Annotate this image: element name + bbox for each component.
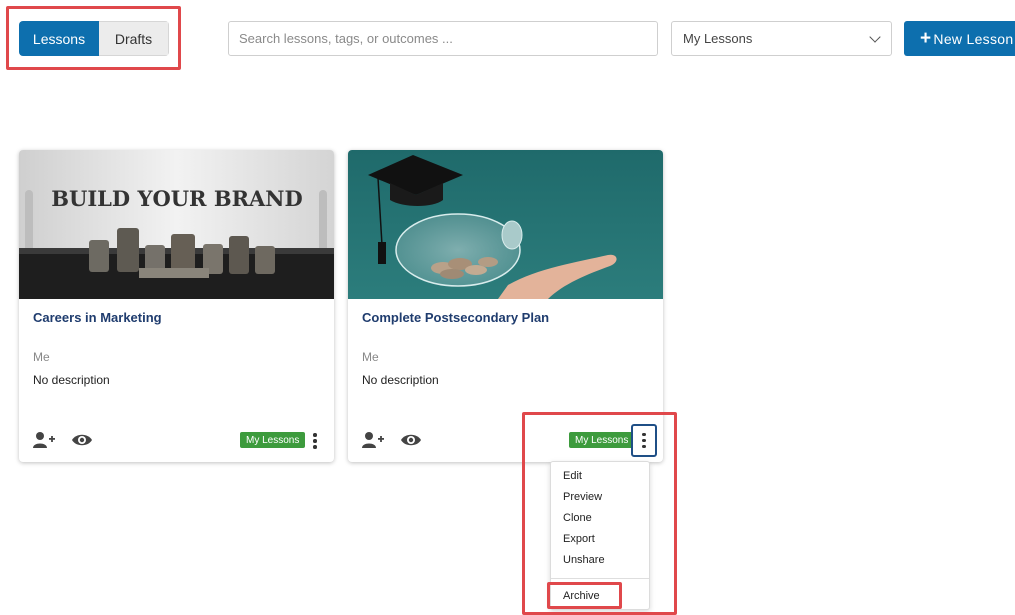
menu-item-archive[interactable]: Archive <box>563 590 600 602</box>
lesson-thumbnail: BUILD YOUR BRAND <box>19 150 334 299</box>
lesson-description: No description <box>362 373 439 387</box>
lesson-card[interactable]: Complete Postsecondary Plan Me No descri… <box>348 150 663 462</box>
menu-item-export[interactable]: Export <box>563 533 595 545</box>
menu-item-preview[interactable]: Preview <box>563 491 602 503</box>
new-lesson-button[interactable]: + New Lesson <box>904 21 1015 56</box>
menu-item-clone[interactable]: Clone <box>563 512 592 524</box>
eye-icon[interactable] <box>400 431 422 449</box>
tab-lessons[interactable]: Lessons <box>19 21 99 56</box>
eye-icon[interactable] <box>71 431 93 449</box>
menu-item-edit[interactable]: Edit <box>563 470 582 482</box>
menu-item-unshare[interactable]: Unshare <box>563 554 605 566</box>
lesson-author: Me <box>362 350 379 364</box>
thumbnail-caption: BUILD YOUR BRAND <box>51 186 302 211</box>
add-user-icon[interactable] <box>362 431 384 449</box>
more-options-button[interactable] <box>631 424 657 457</box>
lesson-card[interactable]: BUILD YOUR BRAND Careers in Marketing Me… <box>19 150 334 462</box>
menu-divider <box>551 578 649 579</box>
new-lesson-label: New Lesson <box>933 30 1014 47</box>
lesson-thumbnail <box>348 150 663 299</box>
lesson-options-menu: Edit Preview Clone Export Unshare Archiv… <box>550 461 650 610</box>
filter-select-value: My Lessons <box>683 31 753 46</box>
lessons-drafts-toggle: Lessons Drafts <box>19 21 169 56</box>
chevron-down-icon <box>869 30 881 43</box>
add-user-icon[interactable] <box>33 431 55 449</box>
lesson-description: No description <box>33 373 110 387</box>
plus-icon: + <box>920 28 932 49</box>
status-badge: My Lessons <box>240 432 306 448</box>
lesson-title[interactable]: Careers in Marketing <box>33 310 162 325</box>
status-badge: My Lessons <box>569 432 635 448</box>
more-options-button[interactable] <box>307 430 323 452</box>
filter-select[interactable]: My Lessons <box>671 21 892 56</box>
lesson-author: Me <box>33 350 50 364</box>
lesson-title[interactable]: Complete Postsecondary Plan <box>362 310 549 325</box>
tab-drafts[interactable]: Drafts <box>99 21 169 56</box>
search-input[interactable] <box>228 21 658 56</box>
